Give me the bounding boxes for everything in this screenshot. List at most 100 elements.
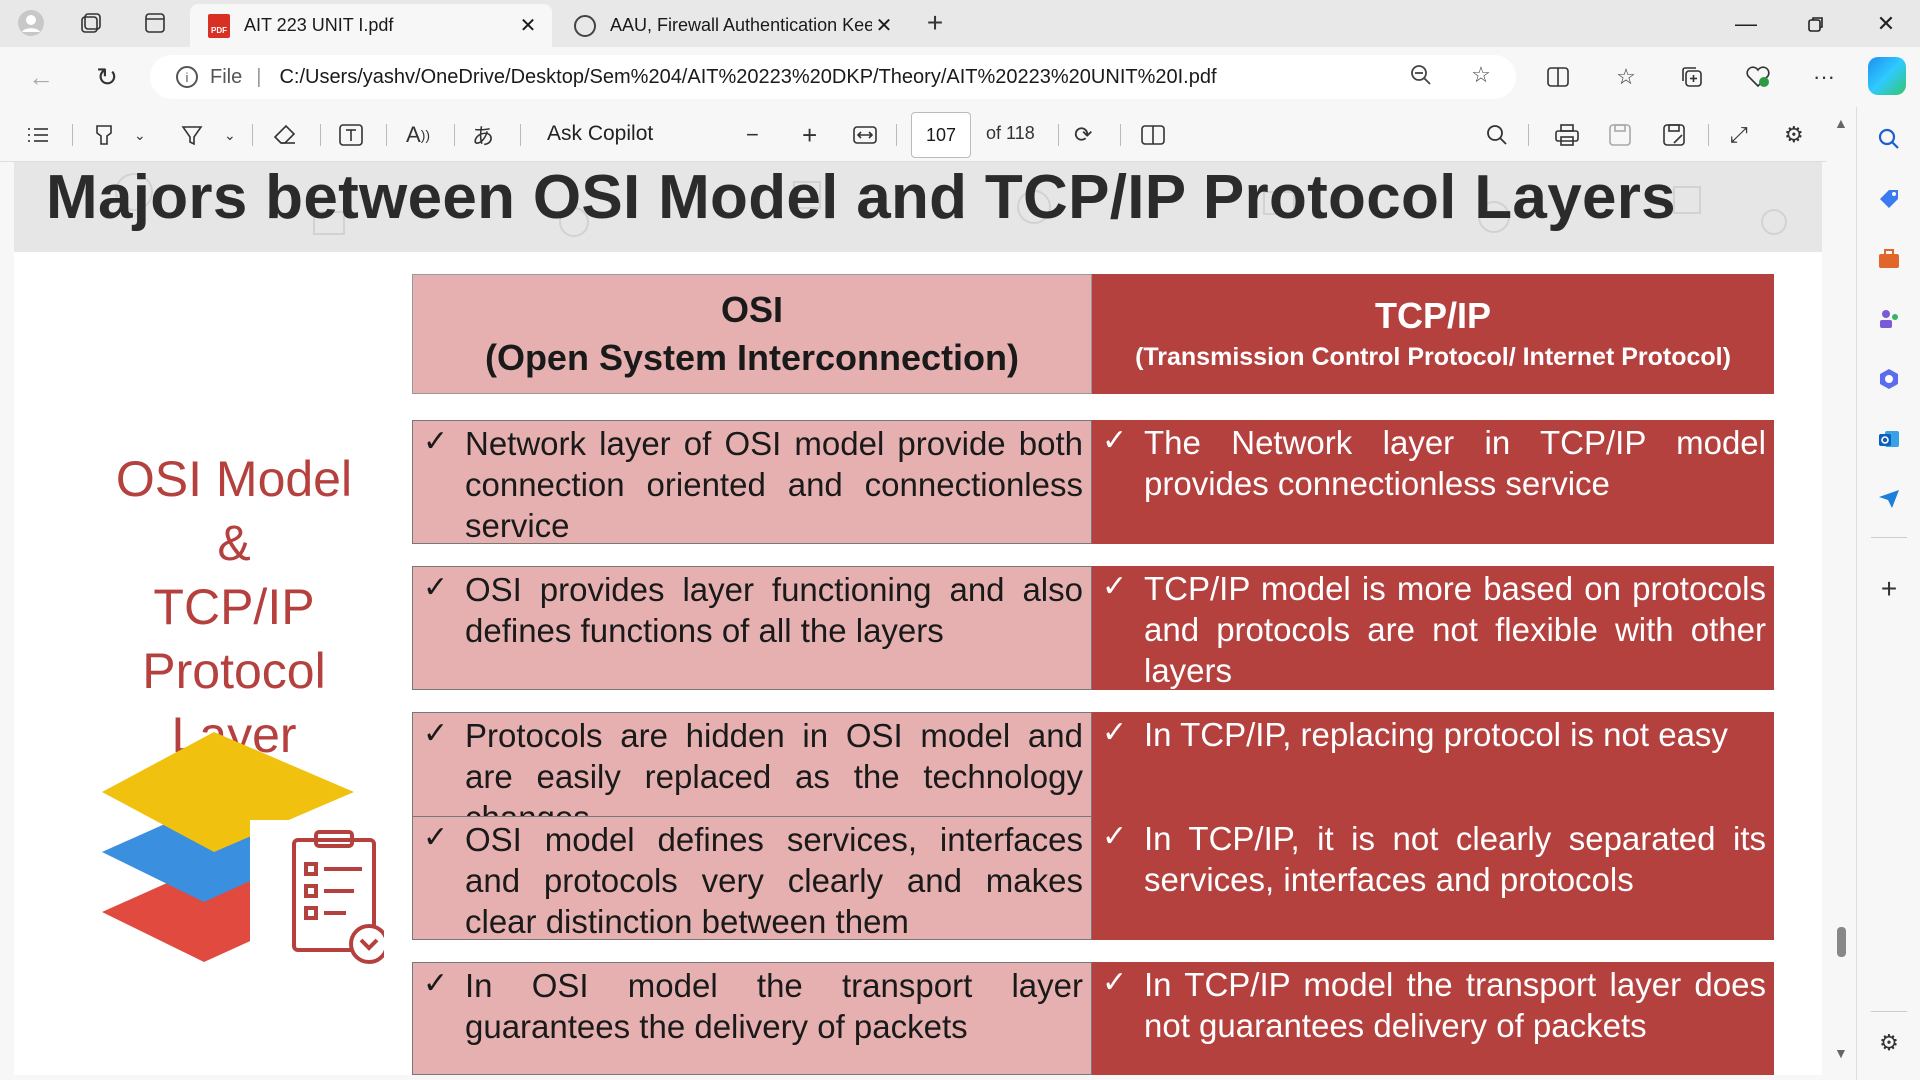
tcp-cell-text: TCP/IP model is more based on protocols … [1144,570,1766,689]
tools-icon[interactable] [1875,245,1903,273]
translate-icon[interactable]: あ [472,121,494,149]
sidebar-divider [1871,537,1907,538]
tcp-cell: ✓ In TCP/IP, it is not clearly separated… [1092,816,1774,940]
refresh-icon[interactable]: ↻ [90,60,124,94]
close-window-icon[interactable]: ✕ [1856,0,1916,47]
zoom-out-icon[interactable]: − [746,121,759,149]
erase-icon[interactable] [272,121,298,149]
more-options-icon[interactable]: ··· [1808,61,1840,93]
info-icon[interactable]: i [176,66,198,88]
tcp-cell: ✓ TCP/IP model is more based on protocol… [1092,566,1774,690]
tcp-cell-text: In TCP/IP model the transport layer does… [1144,966,1766,1044]
toolbar-divider [72,124,73,146]
profile-icon[interactable] [16,8,46,38]
scroll-down-icon[interactable]: ▼ [1834,1045,1848,1061]
address-bar: ← ↻ i File | C:/Users/yashv/OneDrive/Des… [0,47,1920,107]
edge-sidebar: + ⚙ [1856,107,1920,1080]
osi-cell: ✓ OSI provides layer functioning and als… [412,566,1092,690]
osi-cell-text: Network layer of OSI model provide both … [465,425,1083,544]
tab-title: AIT 223 UNIT I.pdf [244,15,394,35]
osi-cell: ✓ Network layer of OSI model provide bot… [412,420,1092,544]
checkmark-icon: ✓ [423,821,449,854]
settings-icon[interactable]: ⚙ [1784,121,1804,149]
tcp-cell: ✓ The Network layer in TCP/IP model prov… [1092,420,1774,544]
rotate-icon[interactable]: ⟳ [1074,121,1092,149]
copilot-icon[interactable] [1868,57,1906,95]
checkmark-icon: ✓ [423,967,449,1000]
draw-icon[interactable] [180,121,204,149]
checkmark-icon: ✓ [1102,716,1128,749]
send-icon[interactable] [1875,485,1903,513]
layers-clipboard-graphic [102,732,384,980]
favorites-icon[interactable]: ☆ [1610,61,1642,93]
side-title: OSI Model & TCP/IP Protocol Layer [69,447,399,767]
games-icon[interactable] [1875,305,1903,333]
browser-essentials-icon[interactable] [1742,61,1774,93]
pdf-toolbar: ⌄ ⌄ A)) あ Ask Copilot − + 107 of 118 ⟳ ⤢… [0,107,1826,162]
restore-icon[interactable] [1786,0,1846,47]
contents-icon[interactable] [26,121,50,149]
url-prefix: File [210,65,243,88]
checkmark-icon: ✓ [1102,820,1128,853]
fullscreen-icon[interactable]: ⤢ [1730,121,1748,149]
outlook-icon[interactable] [1875,425,1903,453]
zoom-icon[interactable] [1406,60,1436,90]
save-as-icon[interactable] [1662,121,1686,149]
tab-firewall[interactable]: AAU, Firewall Authentication Kee ✕ [556,4,908,47]
toolbar-divider [1528,124,1529,146]
chevron-down-icon[interactable]: ⌄ [134,121,146,149]
sidebar-settings-icon[interactable]: ⚙ [1875,1029,1903,1057]
new-tab-icon[interactable]: + [920,7,950,38]
checkmark-icon: ✓ [1102,424,1128,457]
side-title-line: OSI Model [115,451,353,507]
scroll-up-icon[interactable]: ▲ [1834,115,1848,131]
pdf-icon: PDF [208,13,230,38]
scroll-thumb[interactable] [1837,927,1846,957]
osi-cell-text: In OSI model the transport layer guarant… [465,967,1083,1045]
tcp-cell: ✓ In TCP/IP model the transport layer do… [1092,962,1774,1075]
globe-icon [574,14,596,37]
osi-header-title: OSI [720,289,783,330]
zoom-in-icon[interactable]: + [802,120,817,150]
toolbar-divider [454,124,455,146]
checkmark-icon: ✓ [1102,570,1128,603]
minimize-icon[interactable]: — [1716,0,1776,47]
toolbar-divider [1120,124,1121,146]
tcp-header-subtitle: (Transmission Control Protocol/ Internet… [1135,343,1731,371]
page-total: of 118 [986,123,1035,143]
close-tab-icon[interactable]: ✕ [872,13,896,38]
checkmark-icon: ✓ [1102,966,1128,999]
ask-copilot-button[interactable]: Ask Copilot [547,122,653,146]
osi-header: OSI (Open System Interconnection) [412,274,1092,394]
search-icon[interactable] [1875,125,1903,153]
print-icon[interactable] [1554,121,1580,149]
tab-title: AAU, Firewall Authentication Kee [610,15,872,35]
tcp-header: TCP/IP (Transmission Control Protocol/ I… [1092,274,1774,394]
highlight-icon[interactable] [92,121,116,149]
favorite-star-icon[interactable]: ☆ [1466,60,1496,90]
checkmark-icon: ✓ [423,717,449,750]
osi-header-subtitle: (Open System Interconnection) [484,337,1020,378]
chevron-down-icon[interactable]: ⌄ [224,121,236,149]
split-screen-icon[interactable] [1542,61,1574,93]
microsoft-365-icon[interactable] [1875,365,1903,393]
add-text-icon[interactable] [338,121,364,149]
side-title-line: & [217,515,251,571]
checkmark-icon: ✓ [423,571,449,604]
search-icon[interactable] [1486,121,1508,149]
workspaces-icon[interactable] [76,8,106,38]
collections-icon[interactable] [1676,61,1708,93]
page-number-input[interactable]: 107 [911,112,971,158]
add-icon[interactable]: + [1875,573,1903,604]
shopping-tag-icon[interactable] [1875,185,1903,213]
read-aloud-icon[interactable]: A)) [406,121,430,149]
page-view-icon[interactable] [1140,121,1166,149]
tab-actions-icon[interactable] [140,8,170,38]
back-icon[interactable]: ← [24,60,58,94]
tab-pdf[interactable]: PDF AIT 223 UNIT I.pdf ✕ [190,4,552,47]
close-tab-icon[interactable]: ✕ [516,13,540,38]
fit-to-width-icon[interactable] [852,121,878,149]
save-icon[interactable] [1608,121,1632,149]
url-field[interactable]: i File | C:/Users/yashv/OneDrive/Desktop… [150,55,1516,99]
vertical-scrollbar[interactable]: ▲ ▼ [1826,107,1856,1080]
